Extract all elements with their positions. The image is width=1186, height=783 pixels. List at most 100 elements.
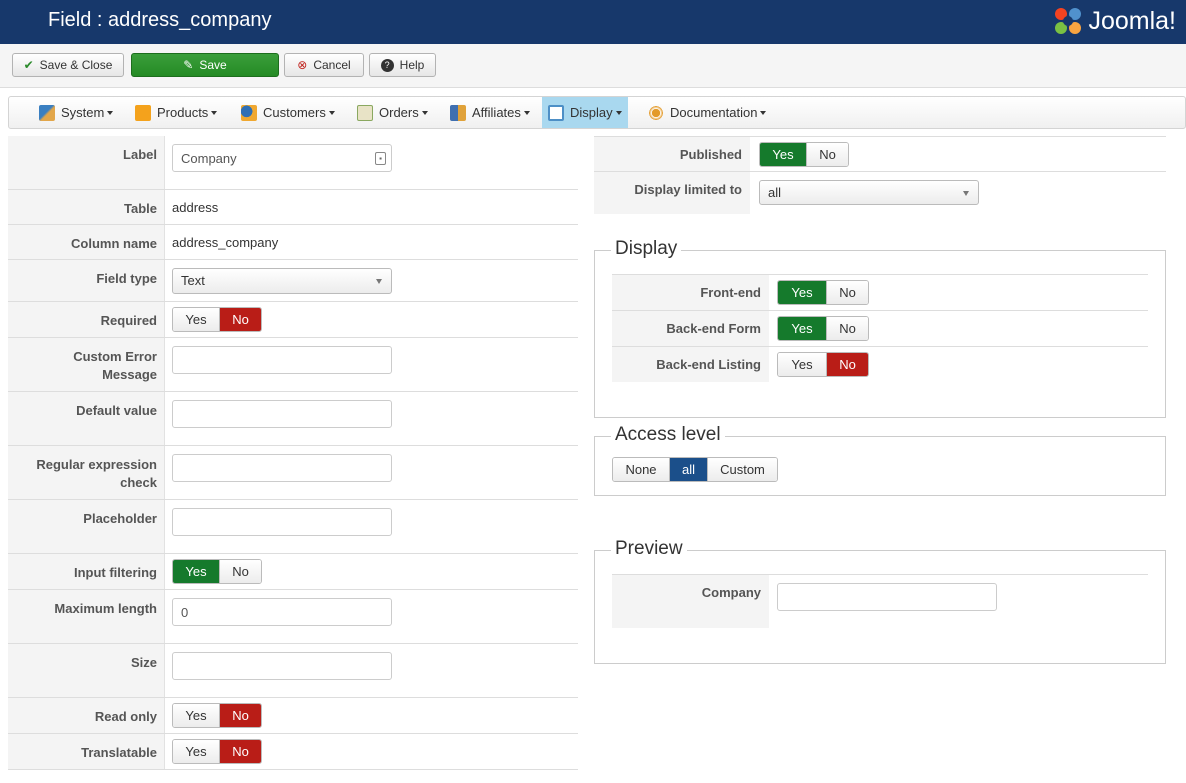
frontend-label: Front-end — [612, 275, 769, 310]
documentation-icon — [648, 104, 664, 121]
component-menubar: System Products Customers Orders Affilia… — [8, 96, 1186, 129]
products-icon — [135, 104, 151, 121]
menu-documentation[interactable]: Documentation — [642, 97, 772, 128]
label-input[interactable]: Company ▪ — [172, 144, 392, 172]
backend-form-yes-button[interactable]: Yes — [778, 317, 826, 340]
table-label: Table — [8, 190, 165, 224]
regex-input[interactable] — [172, 454, 392, 482]
field-row-placeholder: Placeholder — [8, 500, 578, 554]
input-filtering-no-button[interactable]: No — [219, 560, 261, 583]
regex-label: Regular expression check — [8, 446, 165, 499]
preview-legend: Preview — [611, 538, 687, 560]
menu-affiliates[interactable]: Affiliates — [444, 97, 536, 128]
maximum-length-input[interactable]: 0 — [172, 598, 392, 626]
field-type-select[interactable]: Text — [172, 268, 392, 294]
menu-system-label: System — [61, 105, 105, 120]
customers-icon — [241, 104, 257, 121]
maximum-length-value: 0 — [181, 605, 189, 620]
backend-listing-toggle: Yes No — [777, 352, 869, 377]
backend-listing-no-button[interactable]: No — [826, 353, 868, 376]
chevron-down-icon — [421, 110, 428, 115]
required-yes-button[interactable]: Yes — [173, 308, 219, 331]
help-button[interactable]: ? Help — [369, 53, 436, 77]
frontend-no-button[interactable]: No — [826, 281, 868, 304]
field-row-backend-form: Back-end Form Yes No — [612, 310, 1148, 346]
placeholder-input[interactable] — [172, 508, 392, 536]
field-row-read-only: Read only Yes No — [8, 698, 578, 734]
menu-affiliates-label: Affiliates — [472, 105, 521, 120]
cancel-icon: ⊗ — [297, 58, 308, 72]
translatable-no-button[interactable]: No — [219, 740, 261, 763]
preview-fieldset: Preview Company — [594, 538, 1166, 664]
field-row-maximum-length: Maximum length 0 — [8, 590, 578, 644]
read-only-label: Read only — [8, 698, 165, 733]
save-close-button[interactable]: ✔ Save & Close — [12, 53, 124, 77]
save-button[interactable]: ✎ Save — [131, 53, 279, 77]
field-row-field-type: Field type Text — [8, 260, 578, 302]
backend-form-no-button[interactable]: No — [826, 317, 868, 340]
page-header: Field : address_company Joomla! — [0, 0, 1186, 44]
read-only-yes-button[interactable]: Yes — [173, 704, 219, 727]
input-filtering-yes-button[interactable]: Yes — [173, 560, 219, 583]
published-yes-button[interactable]: Yes — [760, 143, 806, 166]
chevron-down-icon — [615, 110, 622, 115]
chevron-down-icon — [211, 110, 218, 115]
backend-form-label: Back-end Form — [612, 311, 769, 346]
chevron-down-icon — [328, 110, 335, 115]
display-limited-label: Display limited to — [594, 172, 750, 214]
cancel-button[interactable]: ⊗ Cancel — [284, 53, 364, 77]
chevron-down-icon — [107, 110, 114, 115]
size-input[interactable] — [172, 652, 392, 680]
toolbar: ✔ Save & Close ✎ Save ⊗ Cancel ? Help — [0, 44, 1186, 88]
input-filtering-label: Input filtering — [8, 554, 165, 589]
field-row-preview-company: Company — [612, 574, 1148, 628]
read-only-toggle: Yes No — [172, 703, 262, 728]
field-type-value: Text — [181, 273, 205, 288]
menu-orders[interactable]: Orders — [351, 97, 434, 128]
column-name-value: address_company — [172, 235, 279, 250]
translatable-yes-button[interactable]: Yes — [173, 740, 219, 763]
column-name-label: Column name — [8, 225, 165, 259]
read-only-no-button[interactable]: No — [219, 704, 261, 727]
backend-form-toggle: Yes No — [777, 316, 869, 341]
input-filtering-toggle: Yes No — [172, 559, 262, 584]
maximum-length-label: Maximum length — [8, 590, 165, 643]
access-custom-button[interactable]: Custom — [707, 458, 777, 481]
menu-orders-label: Orders — [379, 105, 419, 120]
access-level-legend: Access level — [611, 424, 725, 446]
menu-display[interactable]: Display — [542, 97, 628, 128]
logo-text: Joomla! — [1088, 6, 1176, 35]
published-label: Published — [594, 137, 750, 171]
menu-display-label: Display — [570, 105, 613, 120]
default-value-input[interactable] — [172, 400, 392, 428]
access-all-button[interactable]: all — [669, 458, 707, 481]
preview-company-input[interactable] — [777, 583, 997, 611]
cancel-label: Cancel — [313, 58, 351, 72]
display-limited-select[interactable]: all — [759, 180, 979, 205]
frontend-yes-button[interactable]: Yes — [778, 281, 826, 304]
field-row-required: Required Yes No — [8, 302, 578, 338]
menu-system[interactable]: System — [33, 97, 119, 128]
translatable-label: Translatable — [8, 734, 165, 769]
backend-listing-yes-button[interactable]: Yes — [778, 353, 826, 376]
save-close-label: Save & Close — [39, 58, 113, 72]
label-input-value: Company — [181, 151, 237, 166]
required-no-button[interactable]: No — [219, 308, 261, 331]
custom-error-input[interactable] — [172, 346, 392, 374]
person-icon: ▪ — [375, 152, 386, 165]
chevron-down-icon — [376, 279, 382, 284]
custom-error-label-line2: Message — [102, 367, 157, 382]
table-value: address — [172, 200, 219, 215]
default-value-label: Default value — [8, 392, 165, 445]
menu-customers[interactable]: Customers — [235, 97, 341, 128]
field-row-frontend: Front-end Yes No — [612, 274, 1148, 310]
field-row-input-filtering: Input filtering Yes No — [8, 554, 578, 590]
regex-label-line2: check — [120, 475, 157, 490]
published-no-button[interactable]: No — [806, 143, 848, 166]
preview-company-label: Company — [612, 575, 769, 628]
field-row-label: Label Company ▪ — [8, 136, 578, 190]
access-none-button[interactable]: None — [613, 458, 669, 481]
custom-error-label-line1: Custom Error — [73, 349, 157, 364]
menu-products[interactable]: Products — [129, 97, 223, 128]
menu-documentation-label: Documentation — [670, 105, 758, 120]
